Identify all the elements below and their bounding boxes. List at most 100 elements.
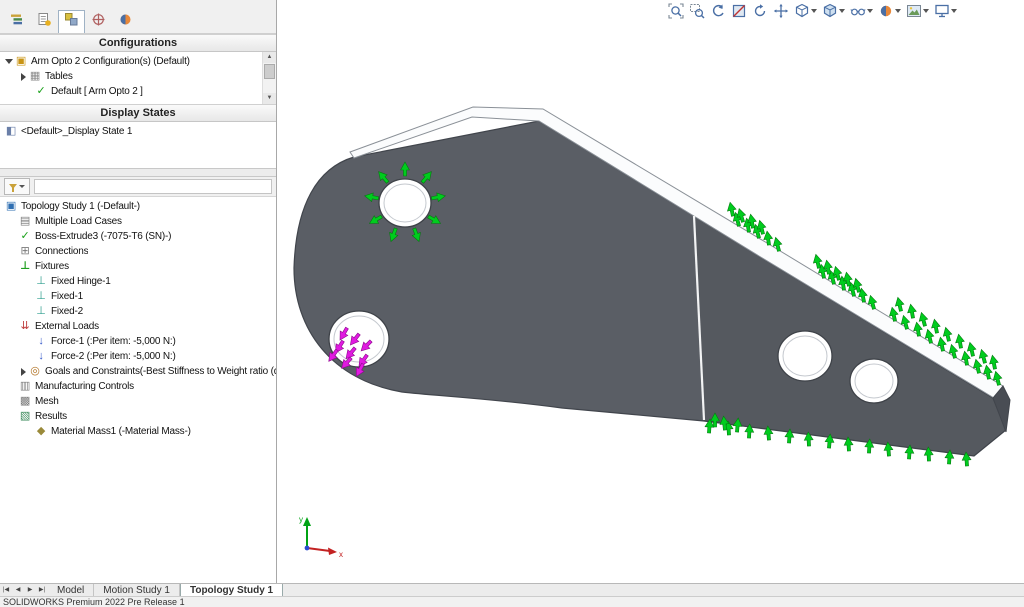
hide-show-items-icon[interactable] <box>850 3 873 19</box>
fixtures-icon <box>18 260 32 273</box>
tab-label: Topology Study 1 <box>190 585 273 597</box>
configurations-header: Configurations <box>0 34 276 52</box>
scrollbar-thumb[interactable] <box>264 64 275 79</box>
display-style-icon[interactable] <box>822 3 845 19</box>
tab-display-manager[interactable] <box>112 10 139 33</box>
tree-item-topology-study[interactable]: Topology Study 1 (-Default-) <box>0 199 276 214</box>
tree-label: Connections <box>35 246 88 257</box>
scroll-down-icon[interactable] <box>263 93 276 104</box>
filter-input[interactable] <box>34 179 272 194</box>
results-icon <box>18 410 32 423</box>
tree-filter-row <box>0 177 276 197</box>
tree-item-connections[interactable]: Connections <box>0 244 276 259</box>
tab-configuration-manager[interactable] <box>58 10 85 33</box>
tab-label: Model <box>57 585 84 597</box>
caret-right-icon[interactable] <box>18 70 28 83</box>
caret-right-icon[interactable] <box>18 365 28 378</box>
tree-item-tables[interactable]: Tables <box>0 69 276 84</box>
orientation-triad: y x <box>299 515 343 559</box>
tree-item-force-2[interactable]: Force-2 (:Per item: -5,000 N:) <box>0 349 276 364</box>
apply-scene-icon[interactable] <box>906 3 929 19</box>
fixture-icon <box>34 275 48 288</box>
caret-down-icon[interactable] <box>4 55 14 68</box>
tree-label: Arm Opto 2 Configuration(s) (Default) <box>31 56 190 67</box>
tree-item-fixed-hinge-1[interactable]: Fixed Hinge-1 <box>0 274 276 289</box>
chevron-down-icon <box>923 9 929 13</box>
tree-label: Force-2 (:Per item: -5,000 N:) <box>51 351 176 362</box>
tree-item-boss-extrude[interactable]: Boss-Extrude3 (-7075-T6 (SN)-) <box>0 229 276 244</box>
configuration-manager-icon <box>64 12 79 32</box>
tree-item-mesh[interactable]: Mesh <box>0 394 276 409</box>
tab-property-manager[interactable] <box>31 10 58 33</box>
tree-label: Multiple Load Cases <box>35 216 122 227</box>
scroll-up-icon[interactable] <box>263 52 276 63</box>
feature-manager-panel: Configurations Arm Opto 2 Configuration(… <box>0 0 277 584</box>
pane-splitter[interactable] <box>0 168 276 177</box>
chevron-down-icon <box>811 9 817 13</box>
dimxpert-manager-icon <box>91 12 106 32</box>
tab-dimxpert-manager[interactable] <box>85 10 112 33</box>
property-manager-icon <box>37 12 52 32</box>
force-icon <box>34 335 48 348</box>
heads-up-view-toolbar <box>668 2 957 20</box>
previous-view-icon[interactable] <box>710 3 726 19</box>
filter-button[interactable] <box>4 178 30 195</box>
tree-item-force-1[interactable]: Force-1 (:Per item: -5,000 N:) <box>0 334 276 349</box>
filter-funnel-icon <box>9 184 17 189</box>
status-bar: SOLIDWORKS Premium 2022 Pre Release 1 <box>0 596 1024 607</box>
study-tree: Topology Study 1 (-Default-) Multiple Lo… <box>0 197 276 584</box>
manufacturing-controls-icon <box>18 380 32 393</box>
tree-item-configuration-root[interactable]: Arm Opto 2 Configuration(s) (Default) <box>0 54 276 69</box>
mesh-icon <box>18 395 32 408</box>
tree-label: Tables <box>45 71 73 82</box>
rotate-view-icon[interactable] <box>752 3 768 19</box>
view-orientation-icon[interactable] <box>794 3 817 19</box>
tab-feature-manager[interactable] <box>4 10 31 33</box>
tree-label: Material Mass1 (-Material Mass-) <box>51 426 191 437</box>
chevron-down-icon <box>19 185 25 188</box>
configuration-icon <box>14 55 28 68</box>
tree-item-default-configuration[interactable]: Default [ Arm Opto 2 ] <box>0 84 276 99</box>
view-settings-icon[interactable] <box>934 3 957 19</box>
tree-label: Topology Study 1 (-Default-) <box>21 201 140 212</box>
chevron-down-icon <box>951 9 957 13</box>
goals-icon <box>28 365 42 378</box>
display-state-icon <box>4 125 18 138</box>
manager-tab-strip <box>0 0 276 34</box>
model-view[interactable]: y x <box>277 0 1024 584</box>
config-scrollbar[interactable] <box>262 52 276 104</box>
topology-study-icon <box>4 200 18 213</box>
zoom-to-fit-icon[interactable] <box>668 3 684 19</box>
document-tab-bar: Model Motion Study 1 Topology Study 1 <box>0 583 1024 597</box>
tree-item-multiple-load-cases[interactable]: Multiple Load Cases <box>0 214 276 229</box>
section-view-icon[interactable] <box>731 3 747 19</box>
configurations-tree: Arm Opto 2 Configuration(s) (Default) Ta… <box>0 52 276 104</box>
display-states-header: Display States <box>0 104 276 122</box>
tree-label: Fixed-1 <box>51 291 83 302</box>
tree-label: Results <box>35 411 67 422</box>
tree-item-material-mass[interactable]: Material Mass1 (-Material Mass-) <box>0 424 276 439</box>
tree-label: Fixtures <box>35 261 69 272</box>
status-text: SOLIDWORKS Premium 2022 Pre Release 1 <box>3 597 185 607</box>
tree-item-display-state[interactable]: <Default>_Display State 1 <box>0 124 276 139</box>
tree-item-fixed-2[interactable]: Fixed-2 <box>0 304 276 319</box>
tree-item-goals-and-constraints[interactable]: Goals and Constraints(-Best Stiffness to… <box>0 364 276 379</box>
tree-label: Force-1 (:Per item: -5,000 N:) <box>51 336 176 347</box>
display-manager-icon <box>118 12 133 32</box>
tree-item-fixed-1[interactable]: Fixed-1 <box>0 289 276 304</box>
tree-item-manufacturing-controls[interactable]: Manufacturing Controls <box>0 379 276 394</box>
tree-item-results[interactable]: Results <box>0 409 276 424</box>
graphics-area[interactable]: y x <box>277 0 1024 584</box>
zoom-to-area-icon[interactable] <box>689 3 705 19</box>
tree-label: Fixed Hinge-1 <box>51 276 111 287</box>
display-states-list: <Default>_Display State 1 <box>0 122 276 152</box>
tab-label: Motion Study 1 <box>103 585 170 597</box>
chevron-down-icon <box>895 9 901 13</box>
pan-icon[interactable] <box>773 3 789 19</box>
fixture-icon <box>34 290 48 303</box>
feature-manager-icon <box>10 12 25 32</box>
edit-appearance-icon[interactable] <box>878 3 901 19</box>
tree-item-external-loads[interactable]: External Loads <box>0 319 276 334</box>
tree-label: External Loads <box>35 321 99 332</box>
tree-item-fixtures[interactable]: Fixtures <box>0 259 276 274</box>
